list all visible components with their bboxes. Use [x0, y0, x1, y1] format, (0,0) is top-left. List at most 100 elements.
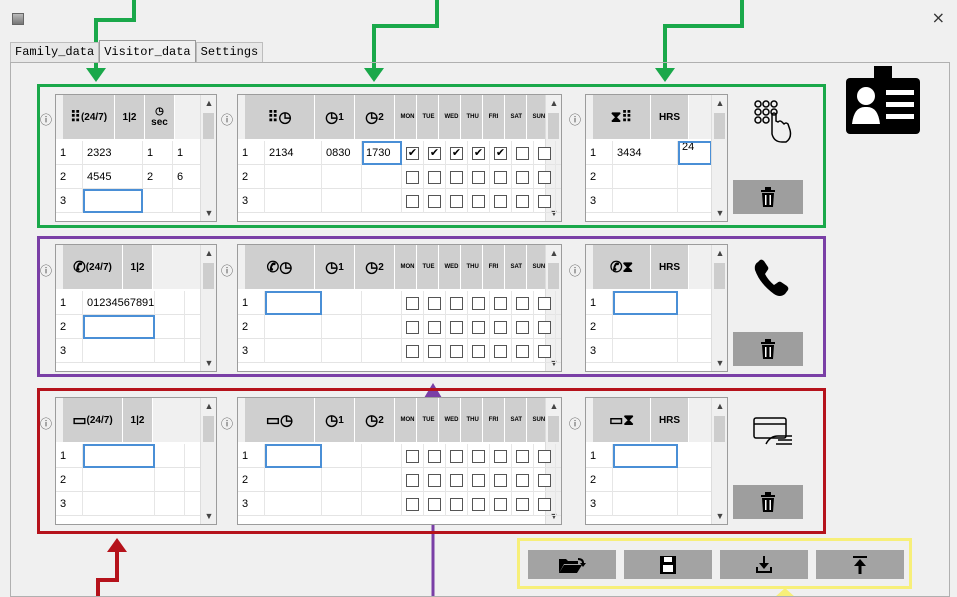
table-row[interactable]: 1: [586, 291, 727, 315]
day-checkbox-cell[interactable]: [402, 165, 424, 189]
phone-cell[interactable]: [83, 339, 155, 363]
vertical-scrollbar[interactable]: ▲ ▼: [711, 245, 727, 371]
keypad-duration-table[interactable]: ⧗⠿ HRS 1 3434 24 2 3 ▲ ▼: [585, 94, 728, 222]
scroll-thumb[interactable]: [548, 113, 559, 139]
hrs-cell[interactable]: 24: [678, 141, 712, 165]
day-checkbox-cell[interactable]: [446, 492, 468, 516]
day-checkbox-cell[interactable]: [534, 315, 556, 339]
day-checkbox-cell[interactable]: [446, 339, 468, 363]
table-row[interactable]: 3: [586, 339, 727, 363]
checkbox-icon[interactable]: [494, 296, 507, 310]
phone-cell-selected[interactable]: [83, 315, 155, 339]
day-checkbox-cell[interactable]: [468, 315, 490, 339]
table-row[interactable]: 2: [586, 165, 727, 189]
day-checkbox-cell[interactable]: [402, 315, 424, 339]
info-icon[interactable]: ⓘ: [569, 415, 581, 432]
day-checkbox-cell[interactable]: [534, 492, 556, 516]
code-cell[interactable]: 2134: [265, 141, 322, 165]
info-icon[interactable]: ⓘ: [569, 111, 581, 128]
scroll-down-icon[interactable]: ▼: [712, 508, 727, 524]
checked-checkbox-icon[interactable]: ✔: [494, 146, 507, 160]
day-checkbox-cell[interactable]: [534, 189, 556, 213]
hrs-cell[interactable]: [678, 492, 712, 516]
info-icon[interactable]: ⓘ: [40, 262, 52, 279]
table-row[interactable]: 3: [56, 189, 216, 213]
code-cell[interactable]: 3434: [613, 141, 678, 165]
seq-cell[interactable]: [155, 291, 185, 315]
checkbox-icon[interactable]: [406, 473, 419, 487]
seq-cell[interactable]: [155, 339, 185, 363]
phone-cell-selected[interactable]: [613, 291, 678, 315]
checkbox-icon[interactable]: [450, 296, 463, 310]
checkbox-icon[interactable]: [450, 344, 463, 358]
checkbox-icon[interactable]: [516, 320, 529, 334]
scroll-up-icon[interactable]: ▲: [546, 95, 561, 111]
info-icon[interactable]: ⓘ: [221, 262, 233, 279]
checkbox-icon[interactable]: [494, 344, 507, 358]
code-cell[interactable]: 2323: [83, 141, 143, 165]
checkbox-icon[interactable]: [538, 194, 551, 208]
scroll-down-icon[interactable]: ▼: [712, 355, 727, 371]
day-checkbox-cell[interactable]: [402, 444, 424, 468]
scroll-thumb[interactable]: [203, 416, 214, 442]
checkbox-icon[interactable]: [428, 194, 441, 208]
table-row[interactable]: 3: [56, 492, 216, 516]
day-checkbox-cell[interactable]: [512, 189, 534, 213]
seq-cell[interactable]: [155, 492, 185, 516]
checkbox-icon[interactable]: [406, 449, 419, 463]
sec-cell[interactable]: 1: [173, 141, 203, 165]
day-checkbox-cell[interactable]: [490, 468, 512, 492]
scroll-thumb[interactable]: [714, 263, 725, 289]
info-icon[interactable]: ⓘ: [40, 111, 52, 128]
phone-cell[interactable]: 01234567891: [83, 291, 155, 315]
table-row[interactable]: 3: [238, 492, 561, 516]
table-row[interactable]: 3: [586, 189, 727, 213]
delete-card-button[interactable]: [733, 485, 803, 519]
hrs-cell[interactable]: [678, 315, 712, 339]
scroll-up-icon[interactable]: ▲: [546, 245, 561, 261]
phone-numbers-table[interactable]: ✆ (24/7) 1|2 1 01234567891 2 3 ▲ ▼: [55, 244, 217, 372]
scroll-down-icon[interactable]: ▼: [201, 355, 216, 371]
phone-schedule-table[interactable]: ✆◷ ◷ 1 ◷ 2 MON TUE WED THU FRI SAT SUN ▲ ▼ …: [237, 244, 562, 372]
scroll-thumb[interactable]: [203, 113, 214, 139]
vertical-scrollbar[interactable]: ▲ ▼: [200, 245, 216, 371]
table-row[interactable]: 3: [56, 339, 216, 363]
table-row[interactable]: 2: [586, 315, 727, 339]
day-checkbox-cell[interactable]: [534, 339, 556, 363]
checkbox-icon[interactable]: [428, 497, 441, 511]
seq-cell[interactable]: 2: [143, 165, 173, 189]
table-row[interactable]: 2: [586, 468, 727, 492]
card-duration-table[interactable]: ▭⧗ HRS 1 2 3 ▲ ▼: [585, 397, 728, 525]
checkbox-icon[interactable]: [516, 146, 529, 160]
checkbox-icon[interactable]: [538, 497, 551, 511]
day-checkbox-cell[interactable]: ✔: [446, 141, 468, 165]
checkbox-icon[interactable]: [516, 194, 529, 208]
checked-checkbox-icon[interactable]: ✔: [428, 146, 441, 160]
checkbox-icon[interactable]: [494, 497, 507, 511]
day-checkbox-cell[interactable]: [402, 291, 424, 315]
table-row[interactable]: 3: [238, 339, 561, 363]
checked-checkbox-icon[interactable]: ✔: [450, 146, 463, 160]
day-checkbox-cell[interactable]: [424, 468, 446, 492]
info-icon[interactable]: ⓘ: [40, 415, 52, 432]
checkbox-icon[interactable]: [406, 320, 419, 334]
time1-cell[interactable]: [322, 291, 362, 315]
seq-cell[interactable]: [155, 315, 185, 339]
day-checkbox-cell[interactable]: [468, 165, 490, 189]
day-checkbox-cell[interactable]: [490, 315, 512, 339]
day-checkbox-cell[interactable]: [424, 189, 446, 213]
delete-phone-button[interactable]: [733, 332, 803, 366]
card-cell[interactable]: [613, 468, 678, 492]
table-row[interactable]: 1: [586, 444, 727, 468]
time1-cell[interactable]: [322, 189, 362, 213]
table-row[interactable]: 1 3434 24: [586, 141, 727, 165]
day-checkbox-cell[interactable]: [424, 291, 446, 315]
checkbox-icon[interactable]: [516, 296, 529, 310]
time1-cell[interactable]: [322, 165, 362, 189]
time2-cell[interactable]: [362, 291, 402, 315]
checkbox-icon[interactable]: [494, 449, 507, 463]
day-checkbox-cell[interactable]: [402, 468, 424, 492]
time2-cell[interactable]: [362, 189, 402, 213]
checkbox-icon[interactable]: [450, 194, 463, 208]
card-cell-selected[interactable]: [83, 444, 155, 468]
